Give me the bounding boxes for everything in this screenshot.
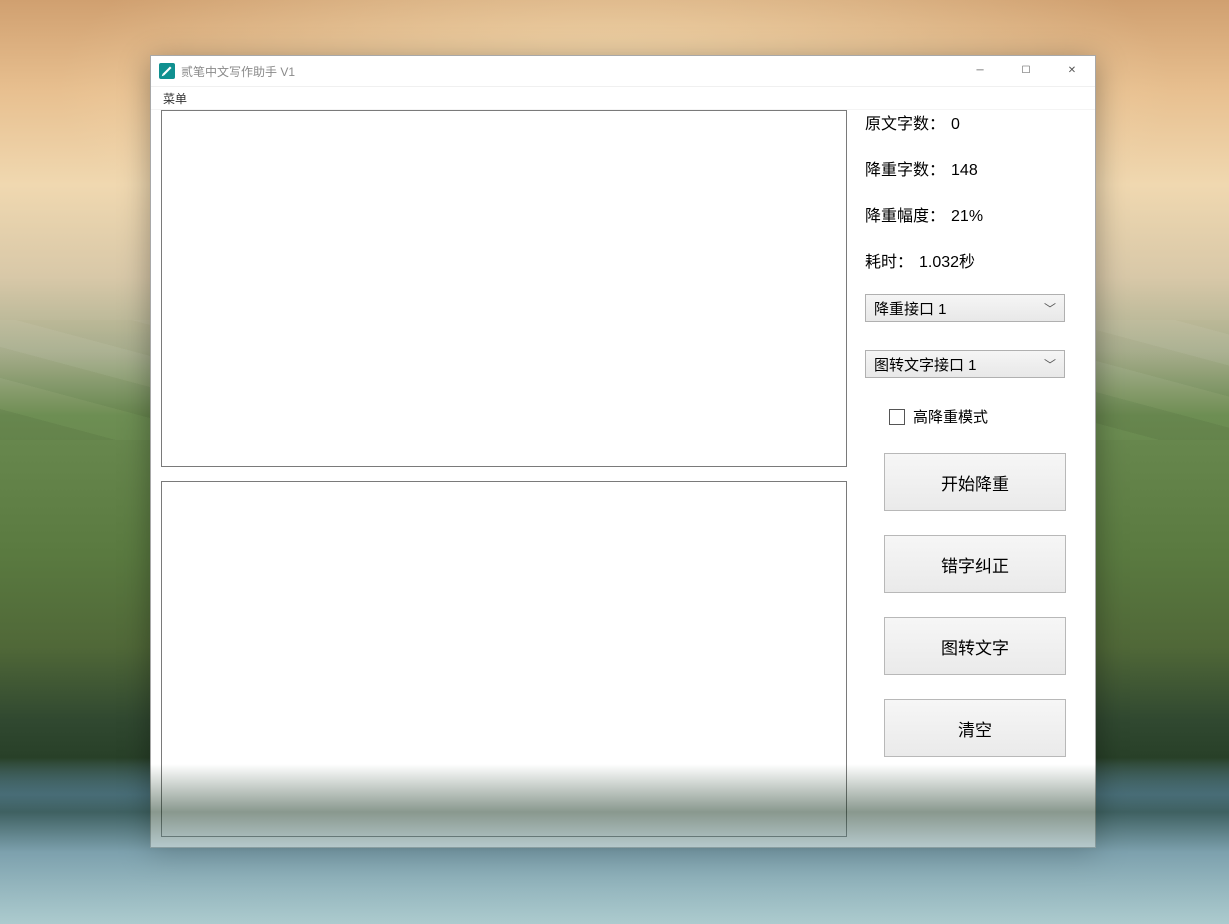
stat-original-value: 0 <box>951 116 960 134</box>
chevron-down-icon: ﹀ <box>1044 356 1056 373</box>
stat-original-count: 原文字数： 0 <box>865 110 1085 134</box>
titlebar[interactable]: 贰笔中文写作助手 V1 ─ ☐ ✕ <box>151 56 1095 87</box>
app-window: 贰笔中文写作助手 V1 ─ ☐ ✕ 菜单 原文字数： 0 降重字数： <box>150 55 1096 848</box>
close-icon: ✕ <box>1068 66 1076 76</box>
ocr-api-select[interactable]: 图转文字接口 1 ﹀ <box>865 350 1065 378</box>
stat-ratio: 降重幅度： 21% <box>865 202 1085 226</box>
chevron-down-icon: ﹀ <box>1044 300 1056 317</box>
start-reduce-label: 开始降重 <box>941 470 1009 495</box>
ocr-button[interactable]: 图转文字 <box>884 617 1066 675</box>
start-reduce-button[interactable]: 开始降重 <box>884 453 1066 511</box>
minimize-button[interactable]: ─ <box>957 56 1003 86</box>
stat-ratio-value: 21% <box>951 208 983 226</box>
stat-ratio-label: 降重幅度： <box>865 202 945 226</box>
maximize-icon: ☐ <box>1022 66 1031 76</box>
stat-time-value: 1.032秒 <box>919 248 975 272</box>
correct-typo-label: 错字纠正 <box>941 552 1009 577</box>
reduce-api-select[interactable]: 降重接口 1 ﹀ <box>865 294 1065 322</box>
reduce-api-selected: 降重接口 1 <box>874 298 1044 319</box>
stat-time: 耗时： 1.032秒 <box>865 248 1085 272</box>
correct-typo-button[interactable]: 错字纠正 <box>884 535 1066 593</box>
right-pane: 原文字数： 0 降重字数： 148 降重幅度： 21% 耗时： 1.032秒 降… <box>847 110 1085 837</box>
desktop-background: 贰笔中文写作助手 V1 ─ ☐ ✕ 菜单 原文字数： 0 降重字数： <box>0 0 1229 924</box>
stat-original-label: 原文字数： <box>865 110 945 134</box>
left-pane <box>161 110 847 837</box>
close-button[interactable]: ✕ <box>1049 56 1095 86</box>
stat-reduced-count: 降重字数： 148 <box>865 156 1085 180</box>
client-area: 原文字数： 0 降重字数： 148 降重幅度： 21% 耗时： 1.032秒 降… <box>161 110 1085 837</box>
stat-reduced-label: 降重字数： <box>865 156 945 180</box>
window-title: 贰笔中文写作助手 V1 <box>181 63 295 80</box>
result-textarea[interactable] <box>161 481 847 838</box>
stat-time-label: 耗时： <box>865 248 913 272</box>
high-mode-checkbox[interactable]: 高降重模式 <box>889 406 1085 427</box>
stat-reduced-value: 148 <box>951 162 978 180</box>
menubar: 菜单 <box>151 87 1095 110</box>
high-mode-label: 高降重模式 <box>913 406 988 427</box>
maximize-button[interactable]: ☐ <box>1003 56 1049 86</box>
minimize-icon: ─ <box>976 66 983 76</box>
menu-item-main[interactable]: 菜单 <box>157 88 193 109</box>
ocr-label: 图转文字 <box>941 634 1009 659</box>
app-icon <box>159 63 175 79</box>
ocr-api-selected: 图转文字接口 1 <box>874 354 1044 375</box>
source-textarea[interactable] <box>161 110 847 467</box>
clear-button[interactable]: 清空 <box>884 699 1066 757</box>
clear-label: 清空 <box>958 716 992 741</box>
checkbox-box-icon <box>889 409 905 425</box>
